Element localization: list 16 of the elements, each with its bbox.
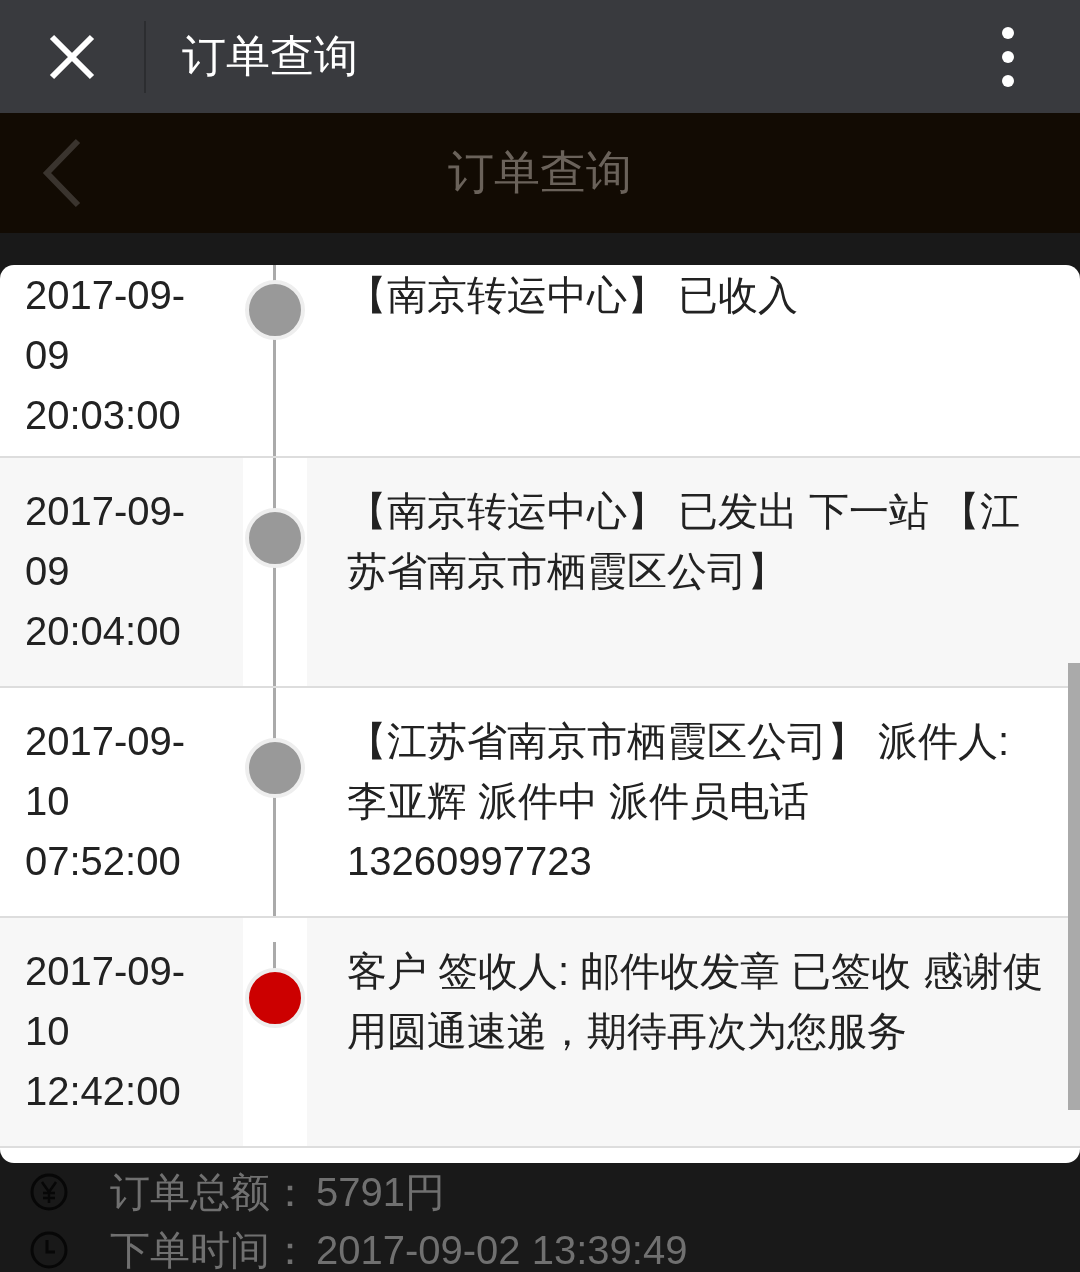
event-description: 客户 签收人: 邮件收发章 已签收 感谢使用圆通速递，期待再次为您服务 [346, 948, 1044, 1055]
event-time: 2017-09- 09 20:03:00 [24, 272, 187, 439]
info-value: 5791円 [316, 1168, 445, 1216]
event-time: 2017-09- 10 12:42:00 [24, 948, 187, 1115]
info-value: 2017-09-02 13:39:49 [316, 1227, 688, 1272]
event-description: 【南京转运中心】 已发出 下一站 【江苏省南京市栖霞区公司】 [346, 488, 1022, 595]
event-description: 【南京转运中心】 已收入 [346, 272, 800, 319]
info-label: 下单时间： [110, 1226, 310, 1272]
event-description: 【江苏省南京市栖霞区公司】 派件人: 李亚辉 派件中 派件员电话 13260997723 [346, 718, 1011, 885]
event-time: 2017-09- 09 20:04:00 [24, 488, 187, 655]
more-icon[interactable] [1002, 26, 1014, 87]
event-time: 2017-09- 10 07:52:00 [24, 718, 187, 885]
page-title: 订单查询 [448, 145, 632, 200]
close-icon[interactable] [48, 32, 96, 81]
info-label: 订单总额： [110, 1168, 310, 1216]
window-title: 订单查询 [182, 30, 359, 82]
